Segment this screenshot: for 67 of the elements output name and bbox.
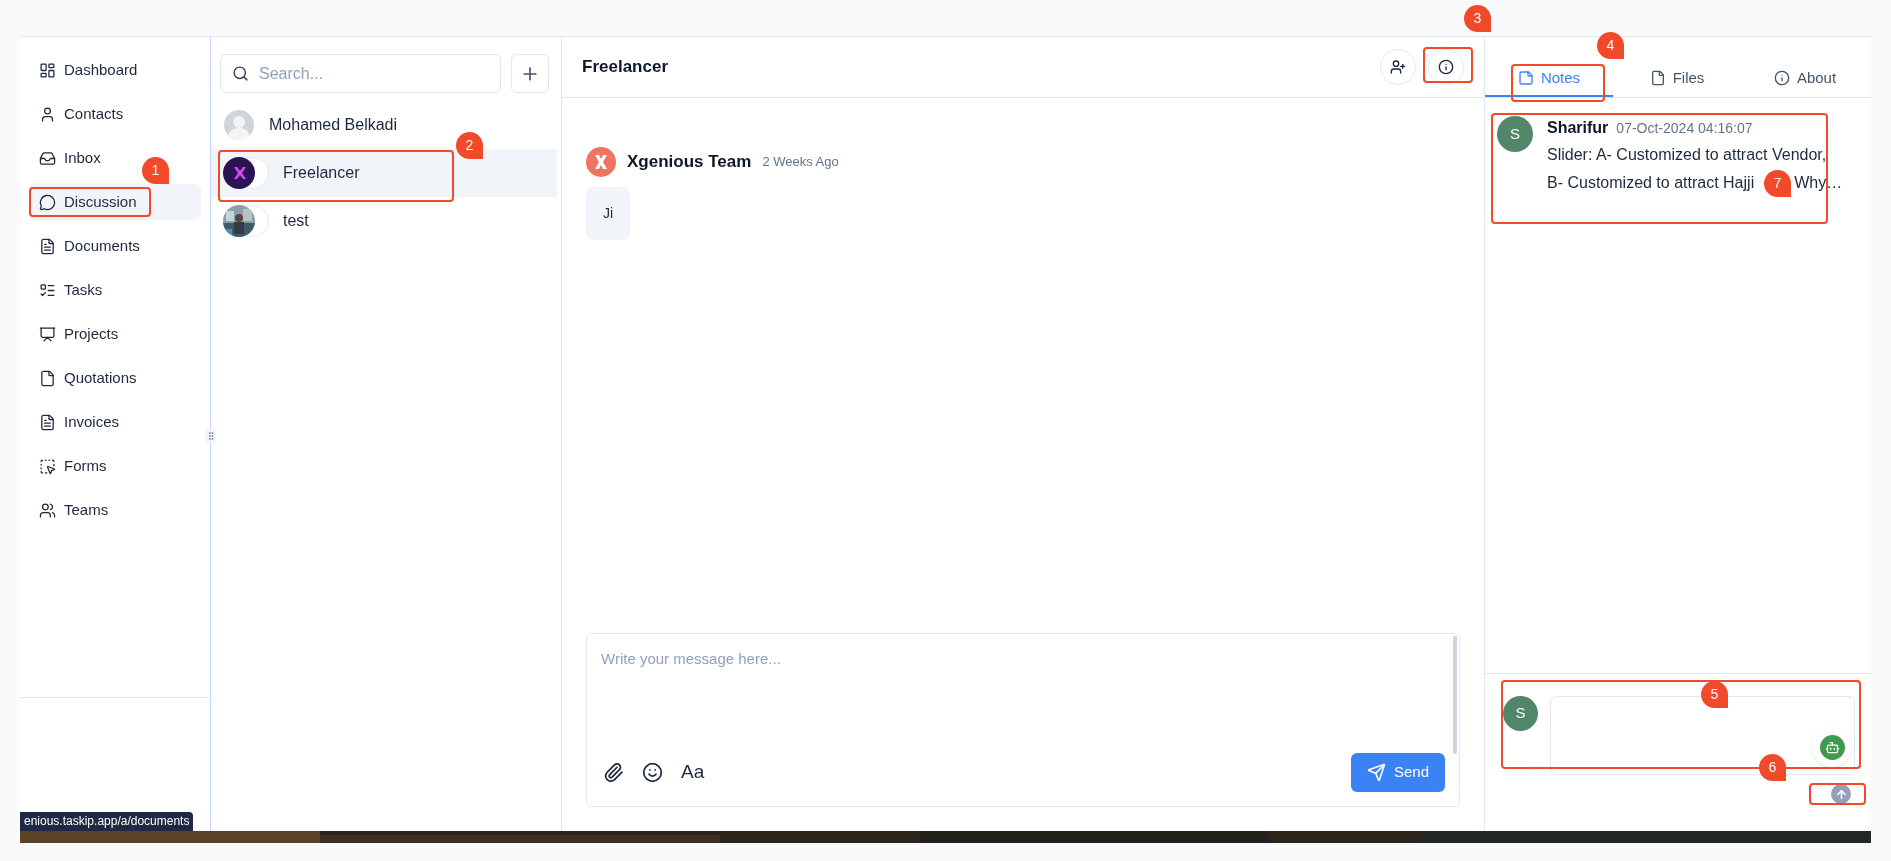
file-icon: [39, 369, 56, 387]
note-text: Slider: A- Customized to attract Vendor,: [1547, 145, 1827, 165]
sidebar-item[interactable]: Dashboard: [29, 52, 148, 88]
message-composer[interactable]: Write your message here... Aa Send: [586, 633, 1460, 807]
arrow-up-icon: [1834, 787, 1848, 801]
panel-tab[interactable]: About: [1741, 61, 1869, 97]
message-input[interactable]: Write your message here...: [601, 648, 1445, 753]
sidebar-item[interactable]: Teams: [29, 492, 119, 528]
paperclip-icon[interactable]: [603, 762, 624, 783]
message-bubble: Ji: [586, 187, 631, 240]
x-logo-avatar-icon: [586, 147, 616, 177]
scroll-up-button[interactable]: [1831, 784, 1851, 804]
panel-tab[interactable]: Files: [1613, 61, 1741, 97]
send-button[interactable]: Send: [1350, 753, 1445, 792]
add-button[interactable]: [511, 54, 549, 93]
logo-avatar-icon: [223, 157, 255, 189]
message-time: 2 Weeks Ago: [762, 153, 839, 172]
info-icon: [1773, 70, 1790, 86]
initial-avatar: S: [1497, 116, 1533, 152]
paper-plane-icon: [1366, 763, 1386, 782]
presentation-icon: [39, 325, 56, 343]
dashboard-icon: [39, 61, 56, 79]
person-plus-icon: [1390, 59, 1406, 75]
contact-item[interactable]: test: [211, 197, 321, 245]
sidebar-item[interactable]: Contacts: [29, 96, 134, 132]
chat-bubble-icon: [39, 193, 56, 211]
drag-handle[interactable]: [205, 429, 216, 443]
list-icon: [39, 281, 56, 299]
sidebar-item[interactable]: Projects: [29, 316, 129, 352]
text-format-button[interactable]: Aa: [681, 758, 705, 787]
annotation-box: [1809, 783, 1866, 805]
robot-icon: [1824, 739, 1840, 755]
status-url: enious.taskip.app/a/documents: [20, 812, 194, 831]
inbox-icon: [39, 149, 56, 167]
people-icon: [39, 501, 56, 519]
sidebar-item[interactable]: Forms: [29, 448, 117, 484]
person-icon: [39, 105, 56, 123]
default-avatar-icon: [224, 110, 254, 140]
sidebar-item[interactable]: Documents: [29, 228, 150, 264]
document-icon: [39, 413, 56, 431]
info-icon: [1438, 59, 1454, 75]
document-icon: [39, 237, 56, 255]
file-icon: [1649, 70, 1666, 86]
search-field[interactable]: Search...: [220, 54, 501, 93]
sidebar-item[interactable]: Discussion: [29, 184, 201, 220]
note-time: 07-Oct-2024 04:16:07: [1616, 119, 1753, 138]
search-input[interactable]: Search...: [259, 61, 489, 86]
initial-avatar: S: [1503, 696, 1538, 731]
sender-name: Xgenious Team: [627, 151, 752, 174]
panel-tab[interactable]: Notes: [1485, 61, 1613, 97]
annotation-pin: 4: [1597, 32, 1624, 59]
note-author: Sharifur: [1547, 118, 1609, 138]
contact-item[interactable]: Freelancer: [211, 149, 557, 197]
dashed-pointer-icon: [39, 457, 56, 475]
bot-button[interactable]: [1812, 727, 1852, 767]
contact-item[interactable]: Mohamed Belkadi: [211, 101, 410, 149]
smiley-icon[interactable]: [642, 762, 663, 783]
annotation-pin: 3: [1464, 5, 1491, 32]
note-icon: [1517, 70, 1534, 86]
sidebar-item[interactable]: Invoices: [29, 404, 130, 440]
chat-title: Freelancer: [582, 56, 668, 79]
annotation-box: [1423, 47, 1473, 83]
sidebar-item[interactable]: Quotations: [29, 360, 147, 396]
sidebar-item[interactable]: Tasks: [29, 272, 113, 308]
note-text: B- Customized to attract Hajji: [1547, 173, 1755, 193]
sidebar-item[interactable]: Inbox: [29, 140, 111, 176]
search-icon: [232, 65, 249, 82]
